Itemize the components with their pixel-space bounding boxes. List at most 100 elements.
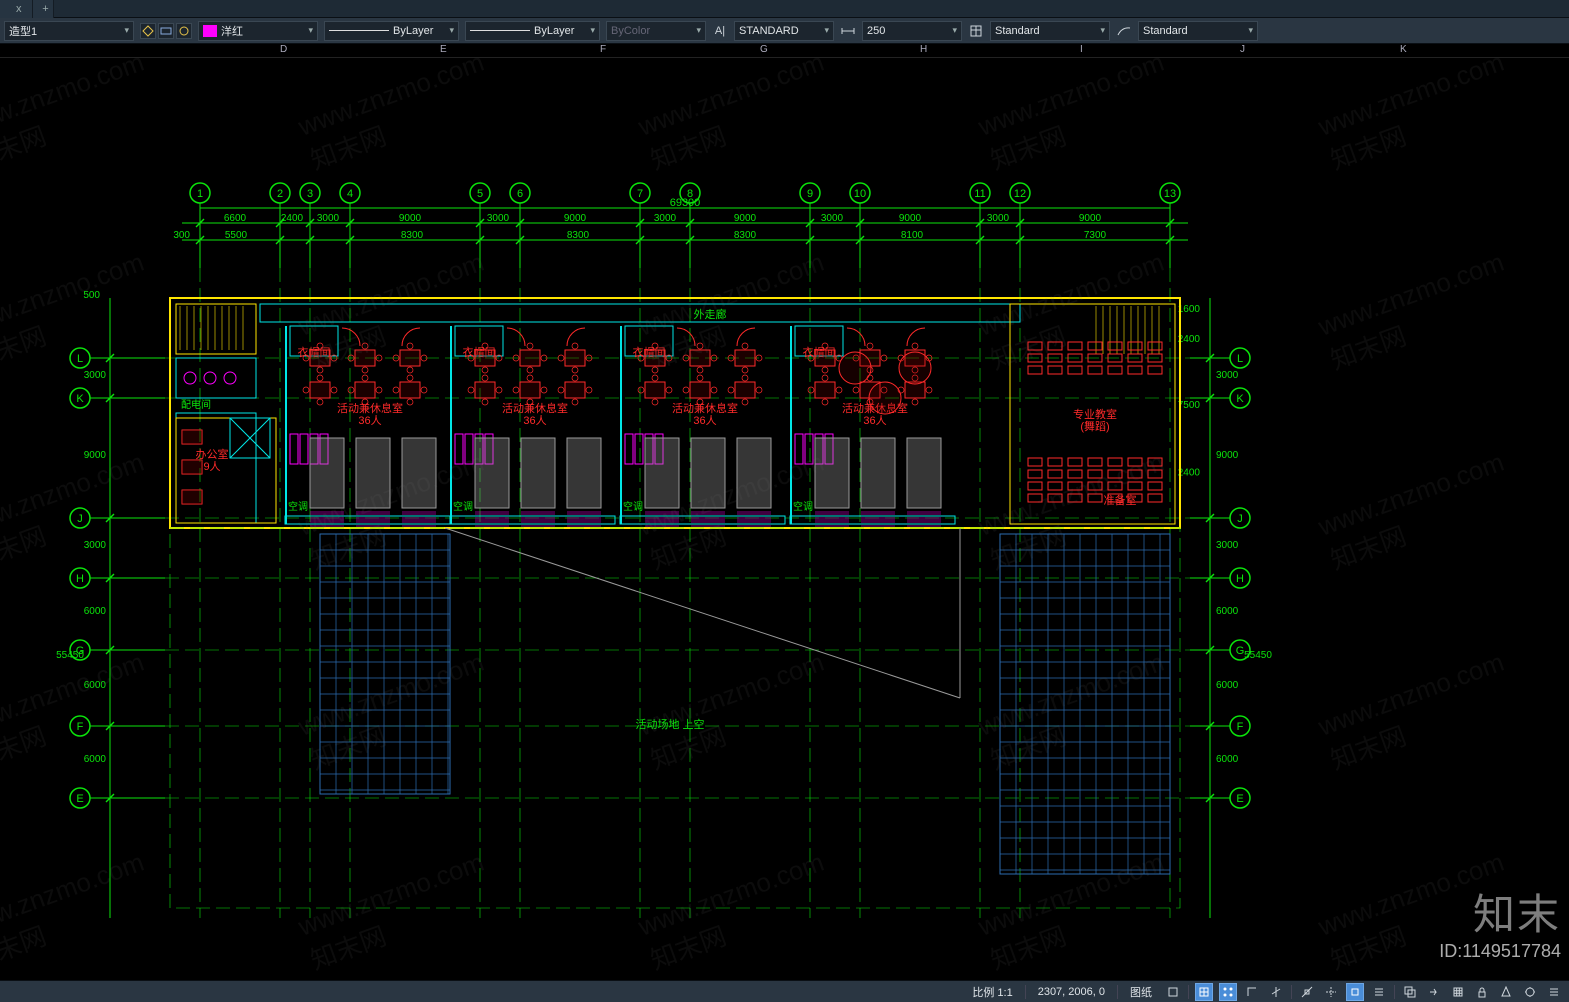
layer-states-icon[interactable] bbox=[140, 23, 156, 39]
chevron-down-icon: ▾ bbox=[1100, 25, 1105, 36]
osnap-button[interactable] bbox=[1298, 983, 1316, 1001]
lineweight-combo[interactable]: ByLayer ▾ bbox=[465, 21, 600, 41]
svg-text:3: 3 bbox=[307, 188, 313, 200]
object-snap-button[interactable] bbox=[1346, 983, 1364, 1001]
color-name: 洋红 bbox=[221, 23, 243, 39]
document-tab-close[interactable]: x bbox=[16, 3, 22, 15]
plotstyle-combo[interactable]: ByColor ▾ bbox=[606, 21, 706, 41]
mleader-style-icon[interactable] bbox=[1116, 23, 1132, 39]
svg-text:3000: 3000 bbox=[1216, 540, 1239, 551]
ruler-mark: I bbox=[1080, 44, 1083, 55]
text-style-icon[interactable]: A| bbox=[712, 23, 728, 39]
svg-text:9000: 9000 bbox=[1079, 213, 1102, 224]
svg-text:9000: 9000 bbox=[399, 213, 422, 224]
selection-cycling-button[interactable] bbox=[1401, 983, 1419, 1001]
mleaderstyle-combo[interactable]: Standard ▾ bbox=[1138, 21, 1258, 41]
dyn-input-button[interactable] bbox=[1425, 983, 1443, 1001]
ruler-mark: D bbox=[280, 44, 287, 55]
grid-display-button[interactable] bbox=[1449, 983, 1467, 1001]
drawing-viewport[interactable]: 1234567891011121369300660024003000900030… bbox=[0, 58, 1569, 978]
snap-grid-button[interactable] bbox=[1195, 983, 1213, 1001]
scale-readout[interactable]: 比例 1:1 bbox=[966, 984, 1018, 1000]
svg-text:11: 11 bbox=[974, 188, 985, 200]
chevron-down-icon: ▾ bbox=[590, 25, 595, 36]
svg-text:E: E bbox=[76, 793, 83, 805]
svg-text:空调: 空调 bbox=[453, 500, 473, 513]
svg-text:9000: 9000 bbox=[1216, 450, 1239, 461]
paper-dropdown-icon[interactable] bbox=[1164, 983, 1182, 1001]
svg-text:8300: 8300 bbox=[401, 230, 424, 241]
svg-text:3000: 3000 bbox=[821, 213, 844, 224]
annotation-scale-button[interactable] bbox=[1497, 983, 1515, 1001]
linetype-combo[interactable]: ByLayer ▾ bbox=[324, 21, 459, 41]
layer-iso-icon[interactable] bbox=[158, 23, 174, 39]
ortho-button[interactable] bbox=[1243, 983, 1261, 1001]
svg-text:55450: 55450 bbox=[1244, 650, 1272, 661]
chevron-down-icon: ▾ bbox=[308, 25, 313, 36]
layer-prev-icon[interactable] bbox=[176, 23, 192, 39]
table-style-icon[interactable] bbox=[968, 23, 984, 39]
dimstyle-combo[interactable]: 250 ▾ bbox=[862, 21, 962, 41]
polar-button[interactable] bbox=[1267, 983, 1285, 1001]
svg-text:36人: 36人 bbox=[523, 414, 546, 427]
menu-button[interactable] bbox=[1545, 983, 1563, 1001]
svg-text:1: 1 bbox=[197, 188, 203, 200]
svg-text:7: 7 bbox=[637, 188, 643, 200]
svg-text:12: 12 bbox=[1014, 188, 1026, 200]
color-swatch-icon bbox=[203, 25, 217, 37]
svg-text:配电间: 配电间 bbox=[181, 398, 211, 411]
svg-text:6000: 6000 bbox=[1216, 680, 1239, 691]
document-tabs: x + bbox=[0, 0, 1569, 18]
document-tab[interactable]: x bbox=[0, 0, 33, 18]
ruler-mark: E bbox=[440, 44, 447, 55]
paper-toggle[interactable]: 图纸 bbox=[1124, 984, 1158, 1000]
status-bar: 比例 1:1 2307, 2006, 0 图纸 bbox=[0, 980, 1569, 1002]
dim-style-icon[interactable] bbox=[840, 23, 856, 39]
svg-text:H: H bbox=[76, 573, 84, 585]
svg-text:300: 300 bbox=[173, 230, 190, 241]
chevron-down-icon: ▾ bbox=[952, 25, 957, 36]
color-combo[interactable]: 洋红 ▾ bbox=[198, 21, 318, 41]
floor-plan-drawing: 1234567891011121369300660024003000900030… bbox=[0, 58, 1569, 978]
mleaderstyle-name: Standard bbox=[1143, 25, 1188, 37]
linetype-preview-icon bbox=[329, 30, 389, 31]
properties-toolbar: 造型1 ▾ 洋红 ▾ ByLayer ▾ ByLayer ▾ ByColor ▾… bbox=[0, 18, 1569, 44]
ruler-mark: J bbox=[1240, 44, 1245, 55]
separator bbox=[1188, 985, 1189, 999]
layer-combo[interactable]: 造型1 ▾ bbox=[4, 21, 134, 41]
svg-text:E: E bbox=[1236, 793, 1243, 805]
svg-text:6000: 6000 bbox=[84, 754, 107, 765]
svg-text:G: G bbox=[1236, 645, 1245, 657]
svg-text:准备室: 准备室 bbox=[1104, 493, 1137, 507]
svg-text:K: K bbox=[76, 393, 84, 405]
lock-ui-button[interactable] bbox=[1473, 983, 1491, 1001]
svg-text:F: F bbox=[77, 721, 84, 733]
ruler-mark: H bbox=[920, 44, 927, 55]
new-tab-button[interactable]: + bbox=[33, 0, 54, 18]
chevron-down-icon: ▾ bbox=[1248, 25, 1253, 36]
svg-text:69300: 69300 bbox=[670, 197, 701, 209]
snap-mode-button[interactable] bbox=[1219, 983, 1237, 1001]
svg-text:500: 500 bbox=[83, 290, 100, 301]
brand-watermark: 知末 bbox=[1473, 881, 1561, 942]
customize-button[interactable] bbox=[1521, 983, 1539, 1001]
svg-text:空调: 空调 bbox=[288, 500, 308, 513]
textstyle-combo[interactable]: STANDARD ▾ bbox=[734, 21, 834, 41]
tablestyle-combo[interactable]: Standard ▾ bbox=[990, 21, 1110, 41]
lineweight-display-button[interactable] bbox=[1370, 983, 1388, 1001]
svg-text:F: F bbox=[1237, 721, 1244, 733]
svg-text:6: 6 bbox=[517, 188, 523, 200]
svg-text:K: K bbox=[1236, 393, 1244, 405]
svg-text:2: 2 bbox=[277, 188, 283, 200]
svg-text:L: L bbox=[77, 353, 83, 365]
svg-text:空调: 空调 bbox=[793, 500, 813, 513]
svg-text:10: 10 bbox=[854, 188, 866, 200]
svg-text:9: 9 bbox=[807, 188, 813, 200]
otrack-button[interactable] bbox=[1322, 983, 1340, 1001]
horizontal-ruler: DEFGHIJK bbox=[0, 44, 1569, 58]
svg-text:活动兼休息室: 活动兼休息室 bbox=[502, 401, 568, 415]
linetype-name: ByLayer bbox=[393, 25, 433, 37]
svg-text:2400: 2400 bbox=[1178, 334, 1201, 345]
separator bbox=[1291, 985, 1292, 999]
svg-text:6000: 6000 bbox=[84, 680, 107, 691]
